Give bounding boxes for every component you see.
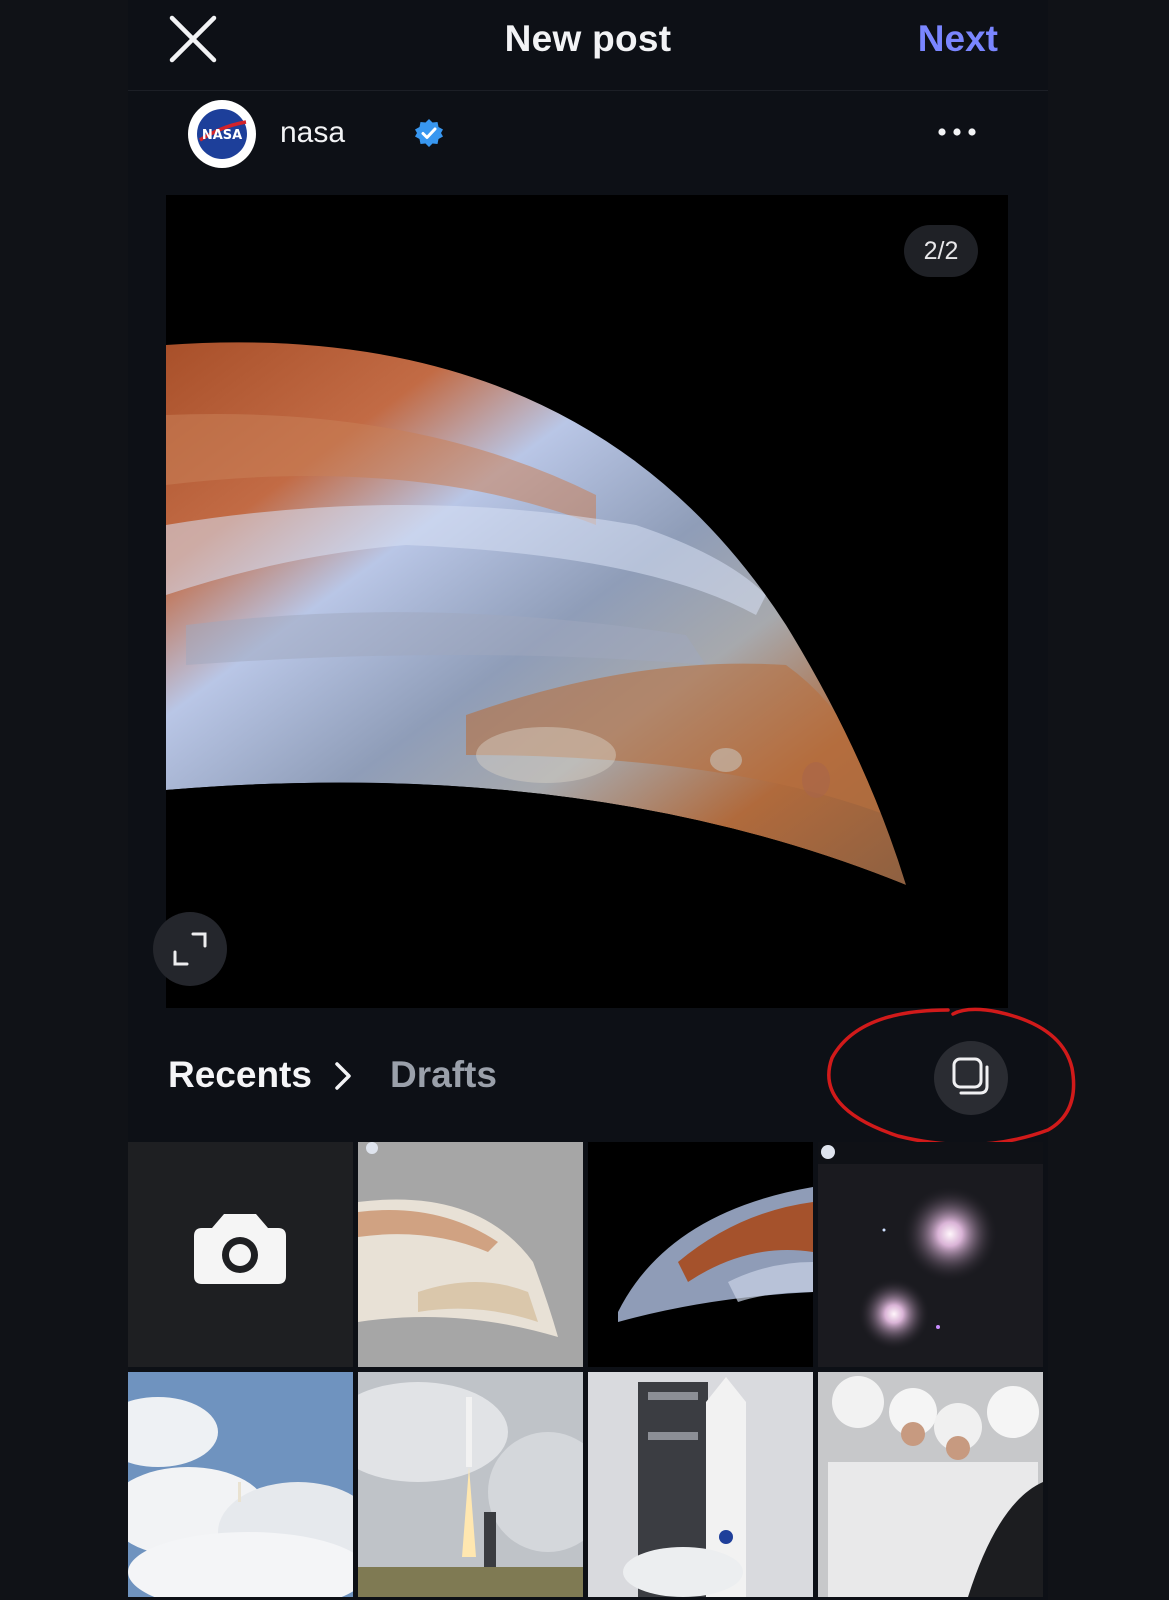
- verified-badge-icon: [415, 119, 443, 147]
- gallery-thumbnail[interactable]: [588, 1142, 813, 1367]
- account-row: NASA nasa: [188, 100, 1008, 172]
- expand-icon: [173, 932, 207, 966]
- gallery-thumbnail[interactable]: [818, 1372, 1043, 1597]
- source-tabs: Recents Drafts: [128, 1007, 1076, 1147]
- gallery-grid: [128, 1142, 1048, 1600]
- select-multiple-button[interactable]: [934, 1041, 1008, 1115]
- clouds-launch-photo: [128, 1372, 353, 1597]
- carousel-counter: 2/2: [904, 225, 978, 277]
- launch-pad-photo: [588, 1372, 813, 1597]
- galaxies-photo: [818, 1142, 1043, 1367]
- rocket-launch-photo: [358, 1372, 583, 1597]
- jupiter-dark-photo: [588, 1142, 813, 1367]
- chevron-right-icon[interactable]: [328, 1058, 358, 1094]
- header: New post Next: [128, 0, 1048, 90]
- username[interactable]: nasa: [280, 116, 345, 150]
- tab-drafts[interactable]: Drafts: [390, 1054, 497, 1096]
- gallery-thumbnail[interactable]: [818, 1142, 1043, 1367]
- nasa-logo: NASA: [189, 101, 255, 167]
- page-title: New post: [504, 18, 672, 59]
- jupiter-photo: [166, 195, 1008, 1008]
- expand-button[interactable]: [153, 912, 227, 986]
- new-post-screen: New post Next NASA nasa 2/2 Recents Draf…: [128, 0, 1076, 1600]
- gallery-thumbnail[interactable]: [358, 1372, 583, 1597]
- camera-tile[interactable]: [128, 1142, 353, 1367]
- tab-recents[interactable]: Recents: [168, 1054, 312, 1096]
- multiple-select-icon: [952, 1057, 989, 1095]
- camera-icon: [194, 1214, 286, 1284]
- svg-text:NASA: NASA: [202, 128, 242, 143]
- gallery-thumbnail[interactable]: [588, 1372, 813, 1597]
- more-options-icon[interactable]: [936, 118, 978, 146]
- gallery-thumbnail[interactable]: [128, 1372, 353, 1597]
- jupiter-light-photo: [358, 1142, 583, 1367]
- avatar[interactable]: NASA: [188, 100, 256, 168]
- next-button[interactable]: Next: [918, 18, 998, 60]
- header-divider: [128, 90, 1048, 91]
- astronauts-photo: [818, 1372, 1043, 1597]
- preview-image[interactable]: 2/2: [166, 195, 1008, 1008]
- gallery-thumbnail[interactable]: [358, 1142, 583, 1367]
